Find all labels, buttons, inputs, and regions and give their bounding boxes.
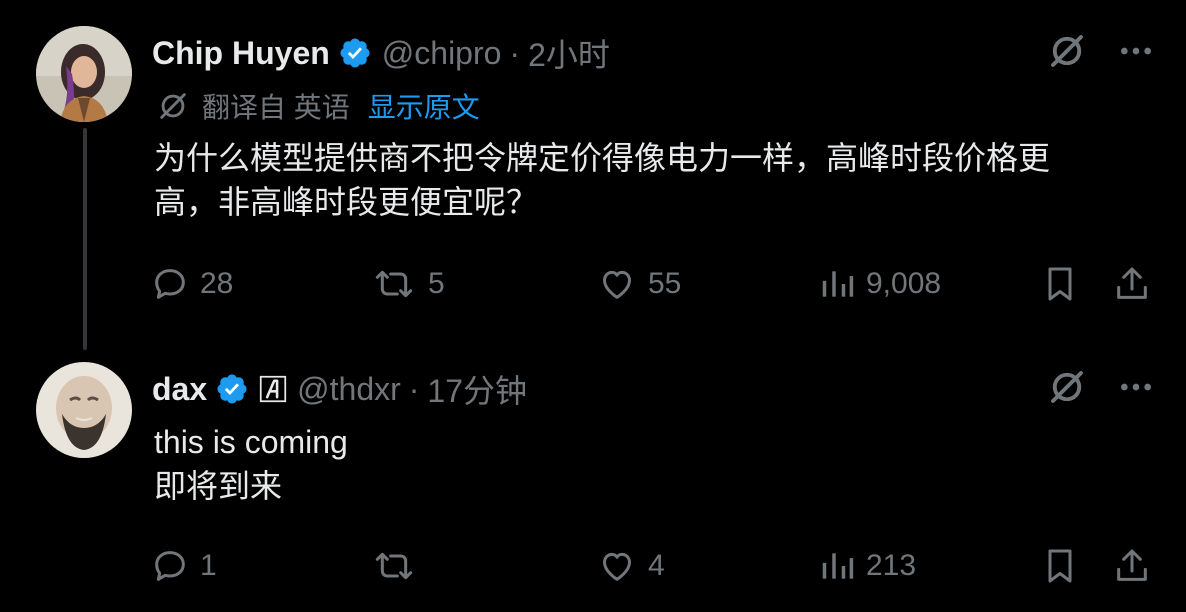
- action-bar: 28 5 55 9,008: [150, 264, 1156, 304]
- reply-count: 28: [200, 267, 234, 300]
- retweet-button[interactable]: [370, 546, 428, 586]
- timestamp[interactable]: 17分钟: [427, 366, 527, 412]
- view-count: 213: [866, 549, 917, 582]
- author-handle[interactable]: @thdxr: [297, 371, 401, 408]
- bookmark-icon: [1048, 549, 1072, 583]
- affiliate-badge-icon[interactable]: [259, 375, 287, 403]
- translated-from-label: 翻译自 英语: [202, 92, 350, 123]
- share-button[interactable]: [1112, 264, 1152, 304]
- translate-icon: [160, 93, 186, 119]
- view-count: 9,008: [866, 267, 942, 300]
- tweet-text-line: this is coming: [154, 424, 348, 460]
- tweet-dax[interactable]: dax @thdxr · 17分钟 this is coming 即将到来 1 …: [0, 350, 1186, 612]
- avatar-image: [36, 26, 132, 122]
- views-button[interactable]: 213: [818, 546, 916, 586]
- author-handle[interactable]: @chipro: [382, 35, 502, 72]
- tweet-text-line: 即将到来: [154, 468, 283, 504]
- like-icon: [603, 270, 631, 299]
- verified-badge-icon[interactable]: [215, 372, 249, 406]
- reply-icon: [155, 269, 185, 299]
- share-icon: [1117, 267, 1147, 299]
- tweet-text-line: 高，非高峰时段更便宜呢？: [154, 184, 539, 220]
- views-icon: [822, 553, 854, 579]
- more-icon[interactable]: [1116, 31, 1156, 71]
- bookmark-button[interactable]: [1040, 264, 1080, 304]
- retweet-icon: [375, 270, 413, 298]
- action-bar: 1 4 213: [150, 546, 1156, 586]
- reply-icon: [155, 551, 185, 581]
- like-icon: [603, 552, 631, 581]
- share-icon: [1117, 549, 1147, 581]
- grok-icon[interactable]: [1046, 30, 1088, 72]
- like-button[interactable]: 55: [596, 264, 681, 304]
- tweet-chip-huyen[interactable]: Chip Huyen @chipro · 2小时 翻译自 英语 显示原文 为什么…: [0, 0, 1186, 350]
- separator-dot: ·: [509, 34, 521, 71]
- retweet-icon: [375, 552, 413, 580]
- avatar[interactable]: [36, 26, 132, 122]
- tweet-text: this is coming 即将到来: [154, 420, 348, 508]
- author-name[interactable]: Chip Huyen: [152, 35, 330, 72]
- tweet-text-line: 为什么模型提供商不把令牌定价得像电力一样，高峰时段价格更: [154, 140, 1051, 176]
- thread: Chip Huyen @chipro · 2小时 翻译自 英语 显示原文 为什么…: [0, 0, 1186, 612]
- avatar[interactable]: [36, 362, 132, 458]
- bookmark-button[interactable]: [1040, 546, 1080, 586]
- verified-badge-icon[interactable]: [338, 36, 372, 70]
- bookmark-icon: [1048, 267, 1072, 301]
- like-count: 4: [648, 549, 665, 582]
- views-icon: [822, 271, 854, 297]
- tweet-text: 为什么模型提供商不把令牌定价得像电力一样，高峰时段价格更 高，非高峰时段更便宜呢…: [154, 136, 1050, 224]
- like-button[interactable]: 4: [596, 546, 665, 586]
- more-icon[interactable]: [1116, 367, 1156, 407]
- separator-dot: ·: [408, 370, 420, 407]
- grok-icon[interactable]: [1046, 366, 1088, 408]
- reply-button[interactable]: 1: [150, 546, 217, 586]
- retweet-button[interactable]: 5: [370, 264, 445, 304]
- share-button[interactable]: [1112, 546, 1152, 586]
- show-original-link[interactable]: 显示原文: [368, 86, 480, 126]
- timestamp[interactable]: 2小时: [528, 30, 610, 76]
- reply-button[interactable]: 28: [150, 264, 233, 304]
- retweet-count: 5: [428, 267, 445, 300]
- like-count: 55: [648, 267, 682, 300]
- reply-count: 1: [200, 549, 217, 582]
- author-name[interactable]: dax: [152, 371, 207, 408]
- avatar-image: [36, 362, 132, 458]
- views-button[interactable]: 9,008: [818, 264, 941, 304]
